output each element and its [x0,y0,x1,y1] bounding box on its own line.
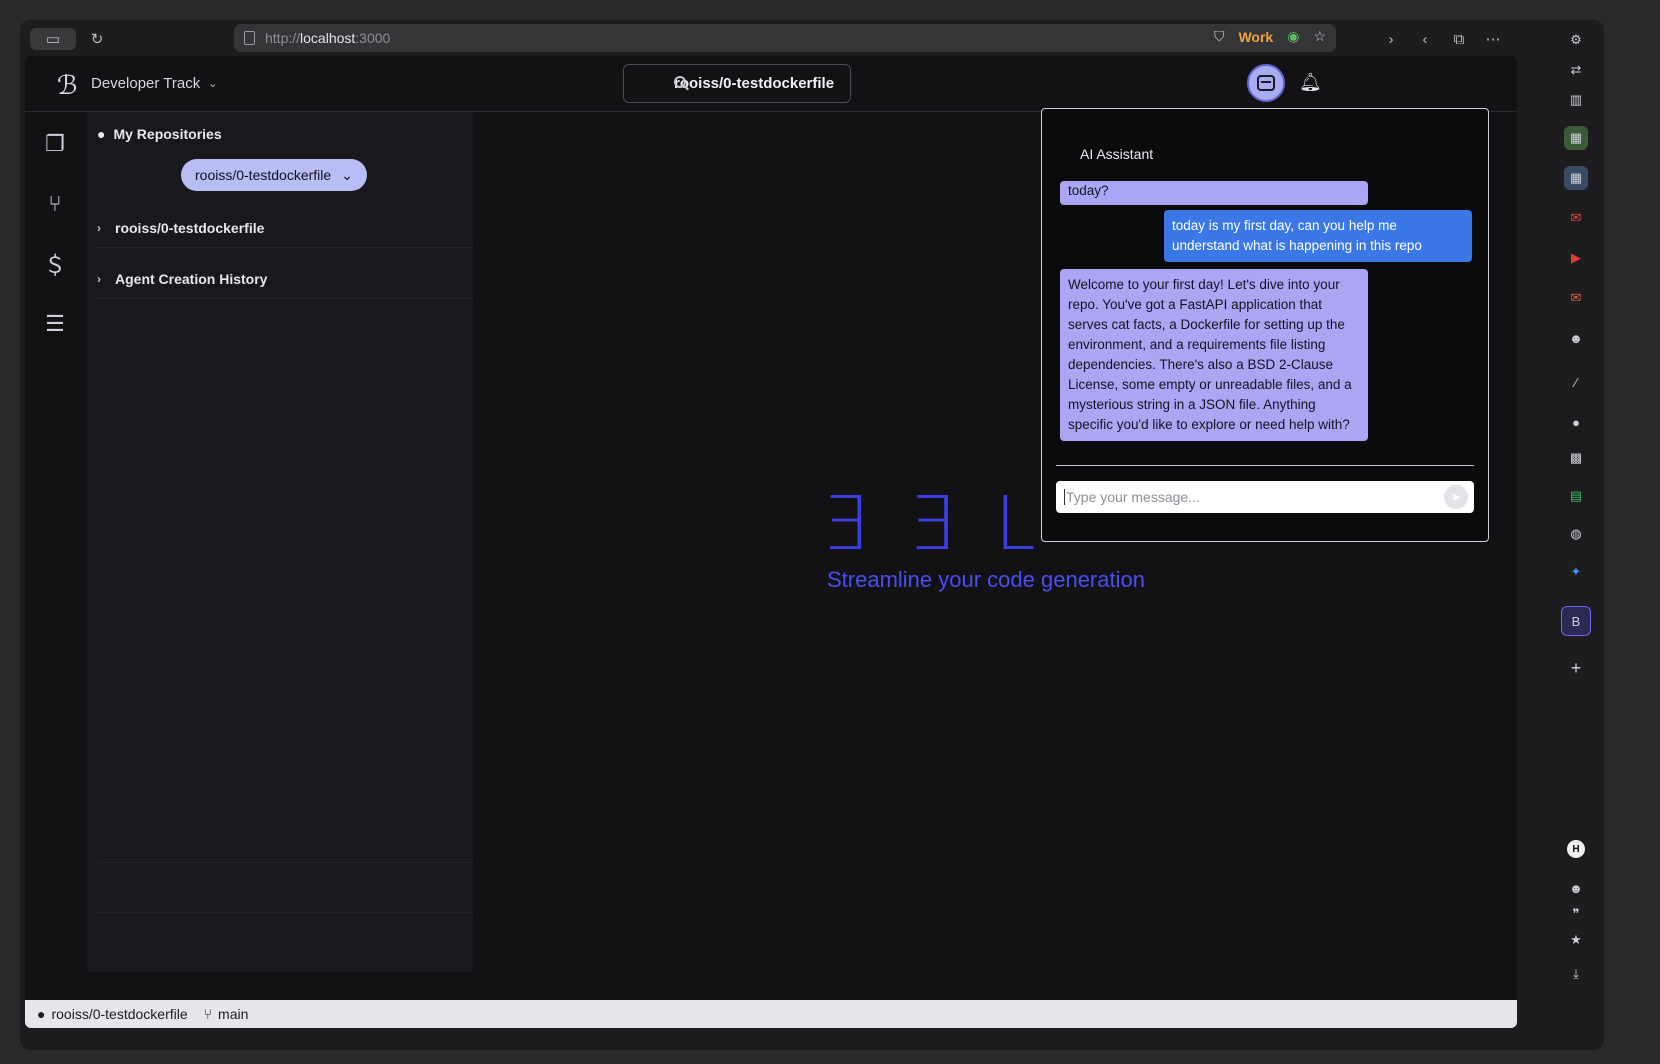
chat-title: AI Assistant [1080,146,1154,162]
address-bar[interactable]: http://localhost:3000 ⛉ Work ◉ ☆ [234,24,1336,52]
tree-item-repo[interactable]: › rooiss/0-testdockerfile [97,208,473,248]
youtube-icon[interactable]: ▶ [1564,246,1588,270]
calendar-alt-icon[interactable]: ▦ [1564,166,1588,190]
repositories-title: My Repositories [113,126,222,142]
url-port: :3000 [355,30,391,46]
swap-icon[interactable]: ⇄ [1564,58,1588,82]
reload-icon[interactable]: ↻ [86,28,108,50]
hero-subtitle: Streamline your code generation [827,567,1145,592]
repo-search[interactable]: rooiss/0-testdockerfile [623,64,851,103]
send-icon[interactable]: ➤ [1444,485,1468,509]
settings-icon[interactable]: ⚙ [1564,28,1588,52]
divider [97,862,473,863]
belva-logo-icon[interactable]: ℬ [57,71,77,101]
status-branch[interactable]: main [218,1006,248,1022]
git-branch-icon: ⑂ [203,1006,213,1022]
tree-item-agent-history[interactable]: › Agent Creation History [97,259,473,299]
tree-item-label: rooiss/0-testdockerfile [115,219,265,236]
page-icon [244,31,255,45]
app-root: ℬ Developer Track ⌄ rooiss/0-testdockerf… [25,56,1517,1028]
left-nav: ❐ ⑂ ＄ ☰ [25,112,85,1028]
work-profile-badge[interactable]: Work [1238,29,1273,45]
repositories-panel: ● My Repositories rooiss/0-testdockerfil… [87,112,473,972]
extension-icon[interactable]: ◉ [1287,28,1299,45]
github-icon[interactable]: ● [1564,410,1588,434]
puzzle-icon[interactable]: ✦ [1564,560,1588,584]
repositories-header: ● My Repositories [97,126,222,142]
belva-app-icon[interactable]: B [1561,606,1591,636]
browser-window: ▭ ↻ http://localhost:3000 ⛉ Work ◉ ☆ › ‹… [20,20,1604,1050]
selected-repo-label: rooiss/0-testdockerfile [195,167,332,183]
repo-selector[interactable]: rooiss/0-testdockerfile ⌄ [181,159,367,191]
ai-assistant-button[interactable] [1247,64,1285,102]
track-selector[interactable]: Developer Track ⌄ [91,75,217,92]
billing-icon[interactable]: ＄ [41,250,69,278]
h-extension-icon[interactable]: H [1567,840,1585,858]
grid-icon[interactable]: ▩ [1564,446,1588,470]
search-value: rooiss/0-testdockerfile [674,75,835,92]
status-bar: ● rooiss/0-testdockerfile ⑂ main [25,1000,1517,1028]
url-host: localhost [300,30,356,46]
chat-message-input[interactable]: Type your message... ➤ [1056,481,1474,513]
server-icon[interactable]: ☰ [41,310,69,338]
divider [1056,465,1474,466]
robot-icon [1257,75,1275,91]
reader-icon[interactable]: ▥ [1564,88,1588,112]
app-header: ℬ Developer Track ⌄ rooiss/0-testdockerf… [25,56,1517,112]
ai-assistant-panel: AI Assistant today? today is my first da… [1041,108,1489,542]
browser-side-strip: ⚙ ⇄ ▥ ▦ ▦ ✉ ▶ ✉ ☻ ⁄ ● ▩ ▤ ◍ ✦ B + H ☻ ❞ … [1548,20,1604,1050]
chevron-down-icon: ⌄ [341,166,353,183]
bell-icon[interactable]: 🔔︎ [1299,72,1322,94]
divider [97,912,473,913]
sheets-icon[interactable]: ▤ [1564,484,1588,508]
forward-icon[interactable]: › [1380,28,1402,50]
url-prefix: http:// [265,30,301,46]
git-branch-icon[interactable]: ⑂ [41,190,69,218]
chat-message-assistant: Welcome to your first day! Let's dive in… [1060,269,1368,441]
favorite-icon[interactable]: ★ [1564,928,1588,952]
back-icon[interactable]: ‹ [1414,28,1436,50]
track-label: Developer Track [91,75,201,92]
shield-icon[interactable]: ⛉ [1214,28,1225,45]
tree-item-label: Agent Creation History [115,270,268,287]
chevron-right-icon: › [97,271,101,286]
belva-hero-logo: ƎƎL [821,481,1076,567]
quote-icon[interactable]: ❞ [1564,902,1588,926]
github-icon: ● [97,126,106,142]
mail-icon[interactable]: ✉ [1564,206,1588,230]
github-icon: ● [37,1006,46,1022]
browser-toolbar: ▭ ↻ http://localhost:3000 ⛉ Work ◉ ☆ › ‹… [20,20,1604,56]
calendar-icon[interactable]: ▦ [1564,126,1588,150]
alien-small-icon[interactable]: ☻ [1564,876,1588,900]
globe-icon[interactable]: ◍ [1564,522,1588,546]
star-icon[interactable]: ☆ [1313,28,1326,45]
more-icon[interactable]: ⋯ [1482,28,1504,50]
chat-message-assistant: today? [1060,181,1368,205]
add-icon[interactable]: + [1564,656,1588,680]
extensions-icon[interactable]: ⧉ [1448,28,1470,50]
search-icon [674,76,686,88]
gmail-icon[interactable]: ✉ [1564,286,1588,310]
input-placeholder: Type your message... [1066,489,1200,505]
files-icon[interactable]: ❐ [41,130,69,158]
text-caret [1064,489,1065,505]
status-repo[interactable]: rooiss/0-testdockerfile [51,1006,187,1022]
download-icon[interactable]: ⤓ [1564,962,1588,986]
slash-icon[interactable]: ⁄ [1564,370,1588,394]
sidebar-toggle-icon[interactable]: ▭ [30,28,76,50]
chevron-right-icon: › [97,220,101,235]
chat-message-user: today is my first day, can you help me u… [1164,210,1472,262]
chevron-down-icon: ⌄ [208,78,218,90]
alien-icon[interactable]: ☻ [1564,326,1588,350]
